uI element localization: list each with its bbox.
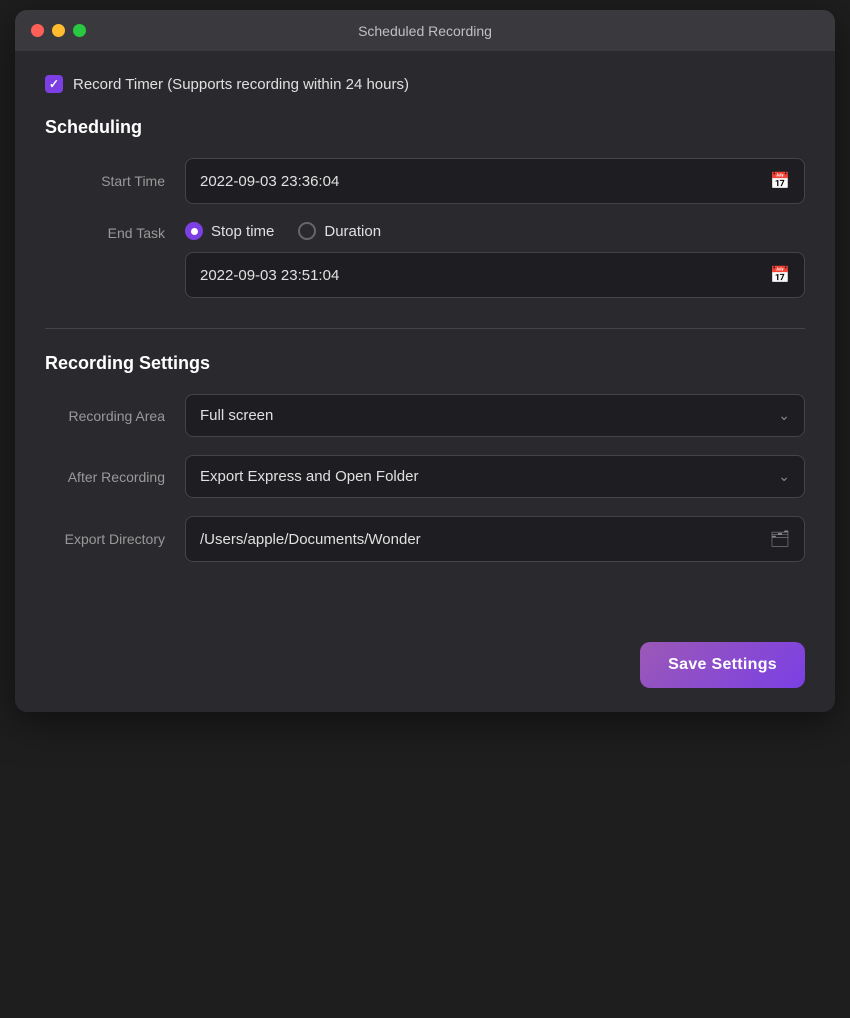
section-divider [45,328,805,329]
export-directory-row: Export Directory /Users/apple/Documents/… [45,516,805,562]
main-content: ✓ Record Timer (Supports recording withi… [15,51,835,622]
start-time-field: 2022-09-03 23:36:04 📅 [185,158,805,204]
end-task-label: End Task [45,222,165,241]
checkmark-icon: ✓ [49,77,59,91]
export-directory-value: /Users/apple/Documents/Wonder [200,531,760,548]
end-time-value: 2022-09-03 23:51:04 [200,267,339,284]
end-task-row: End Task Stop time Duration [45,222,805,298]
record-timer-label: Record Timer (Supports recording within … [73,76,409,93]
recording-settings-title: Recording Settings [45,353,805,374]
export-directory-field: /Users/apple/Documents/Wonder 🗂 [185,516,805,562]
minimize-button[interactable] [52,24,65,37]
stop-time-label: Stop time [211,223,274,240]
calendar-icon: 📅 [770,171,790,191]
titlebar: Scheduled Recording [15,10,835,51]
after-recording-field: Export Express and Open Folder ⌄ [185,455,805,498]
maximize-button[interactable] [73,24,86,37]
recording-settings-section: Recording Settings Recording Area Full s… [45,353,805,562]
recording-area-label: Recording Area [45,408,165,424]
duration-option[interactable]: Duration [298,222,381,240]
close-button[interactable] [31,24,44,37]
recording-area-field: Full screen ⌄ [185,394,805,437]
record-timer-checkbox[interactable]: ✓ [45,75,63,93]
duration-radio[interactable] [298,222,316,240]
chevron-down-icon-2: ⌄ [778,468,790,485]
export-directory-label: Export Directory [45,531,165,547]
traffic-lights [31,24,86,37]
bottom-bar: Save Settings [15,622,835,712]
save-settings-button[interactable]: Save Settings [640,642,805,688]
recording-area-value: Full screen [200,407,273,424]
duration-label: Duration [324,223,381,240]
start-time-row: Start Time 2022-09-03 23:36:04 📅 [45,158,805,204]
radio-inner-dot [191,228,198,235]
end-time-input[interactable]: 2022-09-03 23:51:04 📅 [185,252,805,298]
export-directory-input[interactable]: /Users/apple/Documents/Wonder 🗂 [185,516,805,562]
recording-area-row: Recording Area Full screen ⌄ [45,394,805,437]
start-time-value: 2022-09-03 23:36:04 [200,173,339,190]
start-time-label: Start Time [45,173,165,189]
after-recording-select[interactable]: Export Express and Open Folder ⌄ [185,455,805,498]
scheduling-section: Scheduling Start Time 2022-09-03 23:36:0… [45,117,805,298]
after-recording-row: After Recording Export Express and Open … [45,455,805,498]
stop-time-option[interactable]: Stop time [185,222,274,240]
start-time-input[interactable]: 2022-09-03 23:36:04 📅 [185,158,805,204]
record-timer-row: ✓ Record Timer (Supports recording withi… [45,75,805,93]
after-recording-value: Export Express and Open Folder [200,468,418,485]
after-recording-label: After Recording [45,469,165,485]
recording-area-select[interactable]: Full screen ⌄ [185,394,805,437]
chevron-down-icon: ⌄ [778,407,790,424]
calendar-icon-end: 📅 [770,265,790,285]
end-task-wrapper: Stop time Duration 2022-09-03 23:51:04 📅 [185,222,805,298]
end-task-date-wrapper: 2022-09-03 23:51:04 📅 [185,252,805,298]
stop-time-radio[interactable] [185,222,203,240]
folder-icon: 🗂 [770,529,790,549]
scheduling-title: Scheduling [45,117,805,138]
radio-row: Stop time Duration [185,222,805,240]
main-window: Scheduled Recording ✓ Record Timer (Supp… [15,10,835,712]
window-title: Scheduled Recording [358,23,492,39]
